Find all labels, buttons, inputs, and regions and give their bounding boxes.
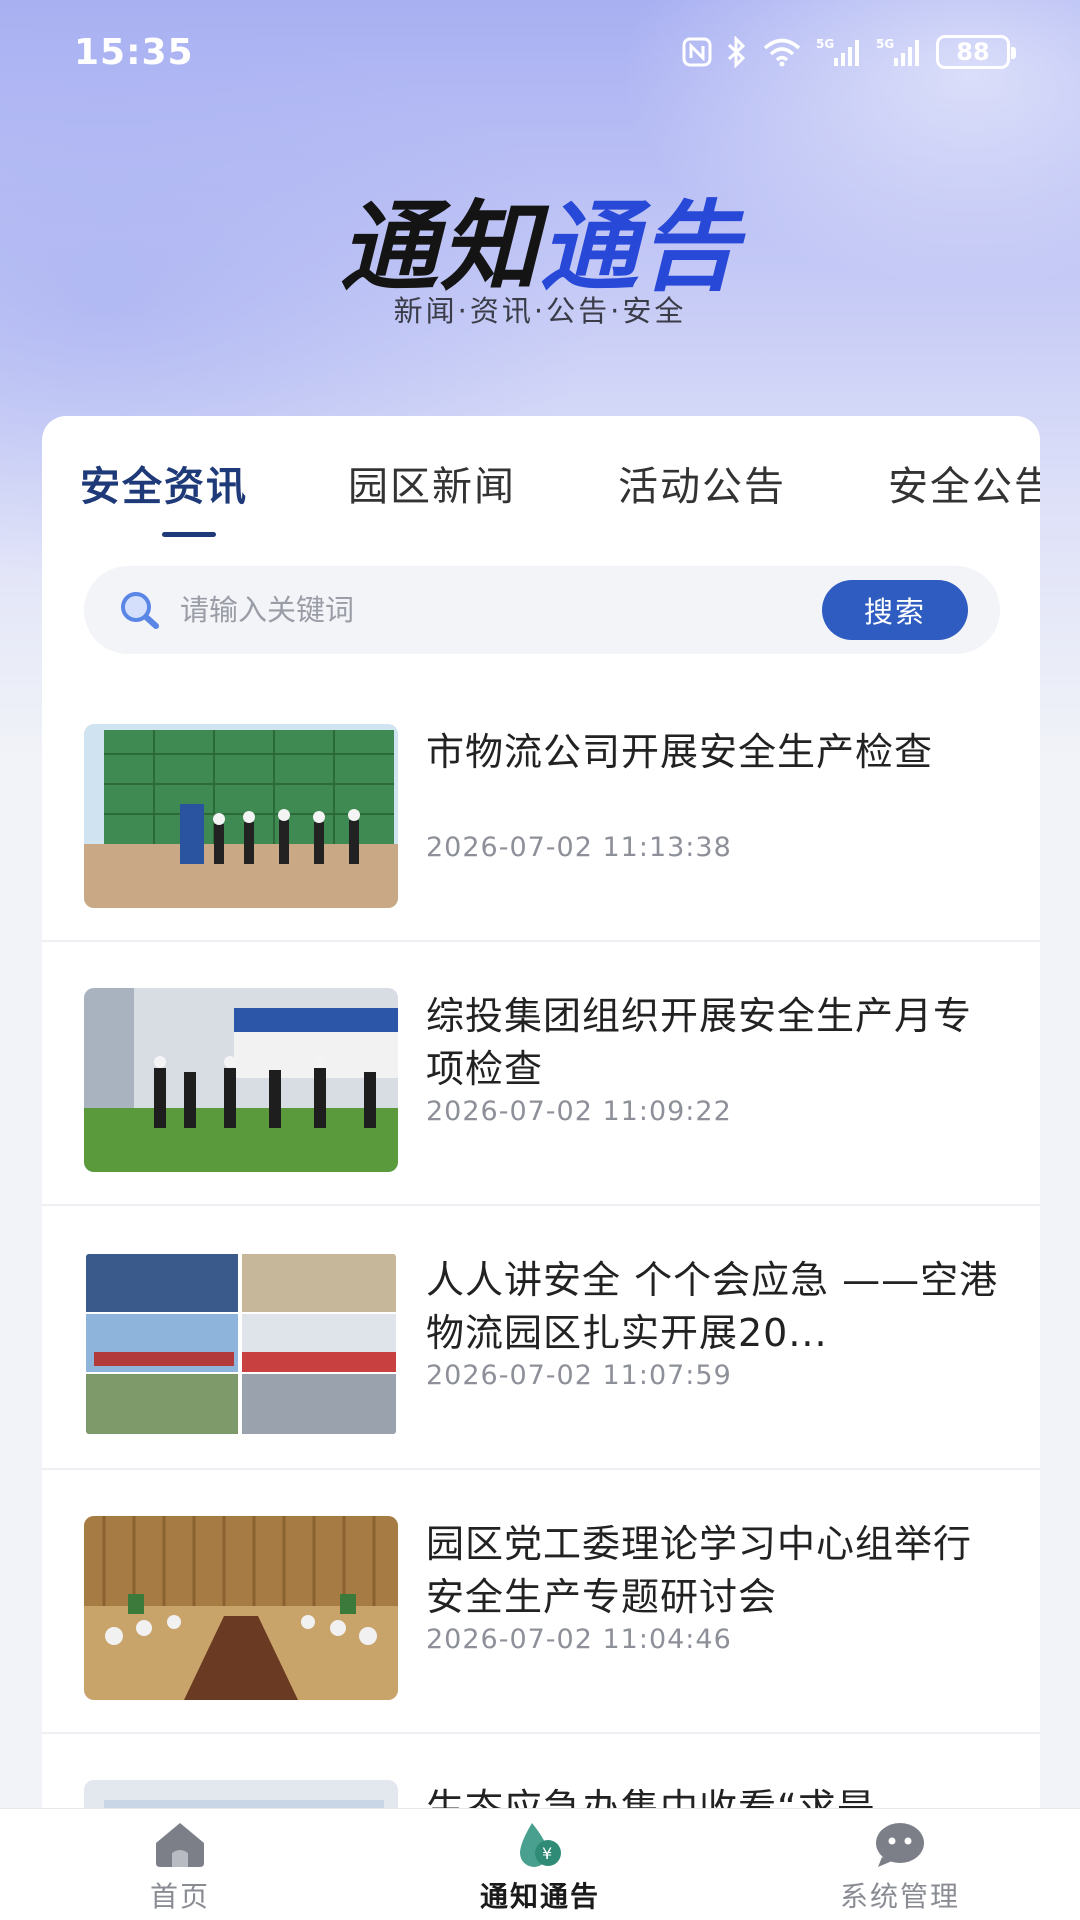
- nav-notices[interactable]: ¥ 通知通告: [420, 1809, 660, 1920]
- bluetooth-icon: [726, 36, 748, 68]
- list-item[interactable]: 生态应急办集中收看“求是: [42, 1734, 1040, 1816]
- news-date: 2026-07-02 11:13:38: [426, 832, 732, 863]
- bottom-navigation: 首页 ¥ 通知通告 系统管理: [0, 1808, 1080, 1920]
- home-icon: [152, 1819, 208, 1873]
- list-item[interactable]: 园区党工委理论学习中心组举行安全生产专题研讨会 2026-07-02 11:04…: [42, 1470, 1040, 1734]
- nav-system[interactable]: 系统管理: [780, 1809, 1020, 1920]
- list-item[interactable]: 人人讲安全 个个会应急 ——空港物流园区扎实开展20... 2026-07-02…: [42, 1206, 1040, 1470]
- svg-text:¥: ¥: [542, 1844, 552, 1863]
- news-date: 2026-07-02 11:07:59: [426, 1360, 732, 1391]
- list-item[interactable]: 综投集团组织开展安全生产月专项检查 2026-07-02 11:09:22: [42, 942, 1040, 1206]
- tab-park-news[interactable]: 园区新闻: [348, 454, 516, 512]
- nav-home-label: 首页: [149, 1880, 210, 1913]
- news-title: 园区党工委理论学习中心组举行安全生产专题研讨会: [426, 1522, 973, 1619]
- system-icon: [872, 1819, 928, 1873]
- news-title: 综投集团组织开展安全生产月专项检查: [426, 994, 973, 1091]
- tab-activity-notices[interactable]: 活动公告: [618, 454, 786, 512]
- nfc-icon: [682, 37, 712, 67]
- page-subtitle: 新闻·资讯·公告·安全: [393, 294, 687, 328]
- news-thumbnail: [84, 1252, 398, 1436]
- active-tab-indicator: [162, 532, 216, 537]
- news-date: 2026-07-02 11:09:22: [426, 1096, 732, 1127]
- search-bar: 搜索: [84, 566, 1000, 654]
- list-item[interactable]: 市物流公司开展安全生产检查 2026-07-02 11:13:38: [42, 678, 1040, 942]
- news-title: 市物流公司开展安全生产检查: [426, 730, 934, 774]
- nav-notices-label: 通知通告: [479, 1880, 600, 1913]
- news-title: 人人讲安全 个个会应急 ——空港物流园区扎实开展20...: [426, 1258, 999, 1355]
- battery-icon: 88: [936, 35, 1016, 69]
- news-date: 2026-07-02 11:04:46: [426, 1624, 732, 1655]
- tab-bar: 安全资讯 园区新闻 活动公告 安全公告: [42, 416, 1040, 542]
- news-thumbnail: [84, 988, 398, 1172]
- tab-safety-news[interactable]: 安全资讯: [80, 454, 248, 512]
- search-button[interactable]: 搜索: [822, 580, 968, 640]
- wifi-icon: [762, 37, 802, 67]
- signal-5g-icon: 5G: [816, 36, 862, 68]
- svg-text:5G: 5G: [876, 37, 894, 51]
- news-list: 市物流公司开展安全生产检查 2026-07-02 11:13:38 综投集团组织…: [42, 678, 1040, 1816]
- status-time: 15:35: [74, 31, 194, 73]
- notice-icon: ¥: [512, 1819, 568, 1873]
- news-thumbnail: [84, 724, 398, 908]
- status-bar: 15:35 5G 5G 88: [0, 0, 1080, 104]
- nav-system-label: 系统管理: [839, 1880, 960, 1913]
- search-input[interactable]: [180, 566, 740, 654]
- tab-safety-notices[interactable]: 安全公告: [888, 454, 1040, 512]
- battery-level: 88: [956, 38, 990, 66]
- nav-home[interactable]: 首页: [60, 1809, 300, 1920]
- signal-5g-icon: 5G: [876, 36, 922, 68]
- news-thumbnail: [84, 1516, 398, 1700]
- svg-text:5G: 5G: [816, 37, 834, 51]
- status-icons: 5G 5G 88: [682, 35, 1016, 69]
- search-icon: [116, 588, 164, 638]
- content-card: 安全资讯 园区新闻 活动公告 安全公告 搜索: [42, 416, 1040, 1816]
